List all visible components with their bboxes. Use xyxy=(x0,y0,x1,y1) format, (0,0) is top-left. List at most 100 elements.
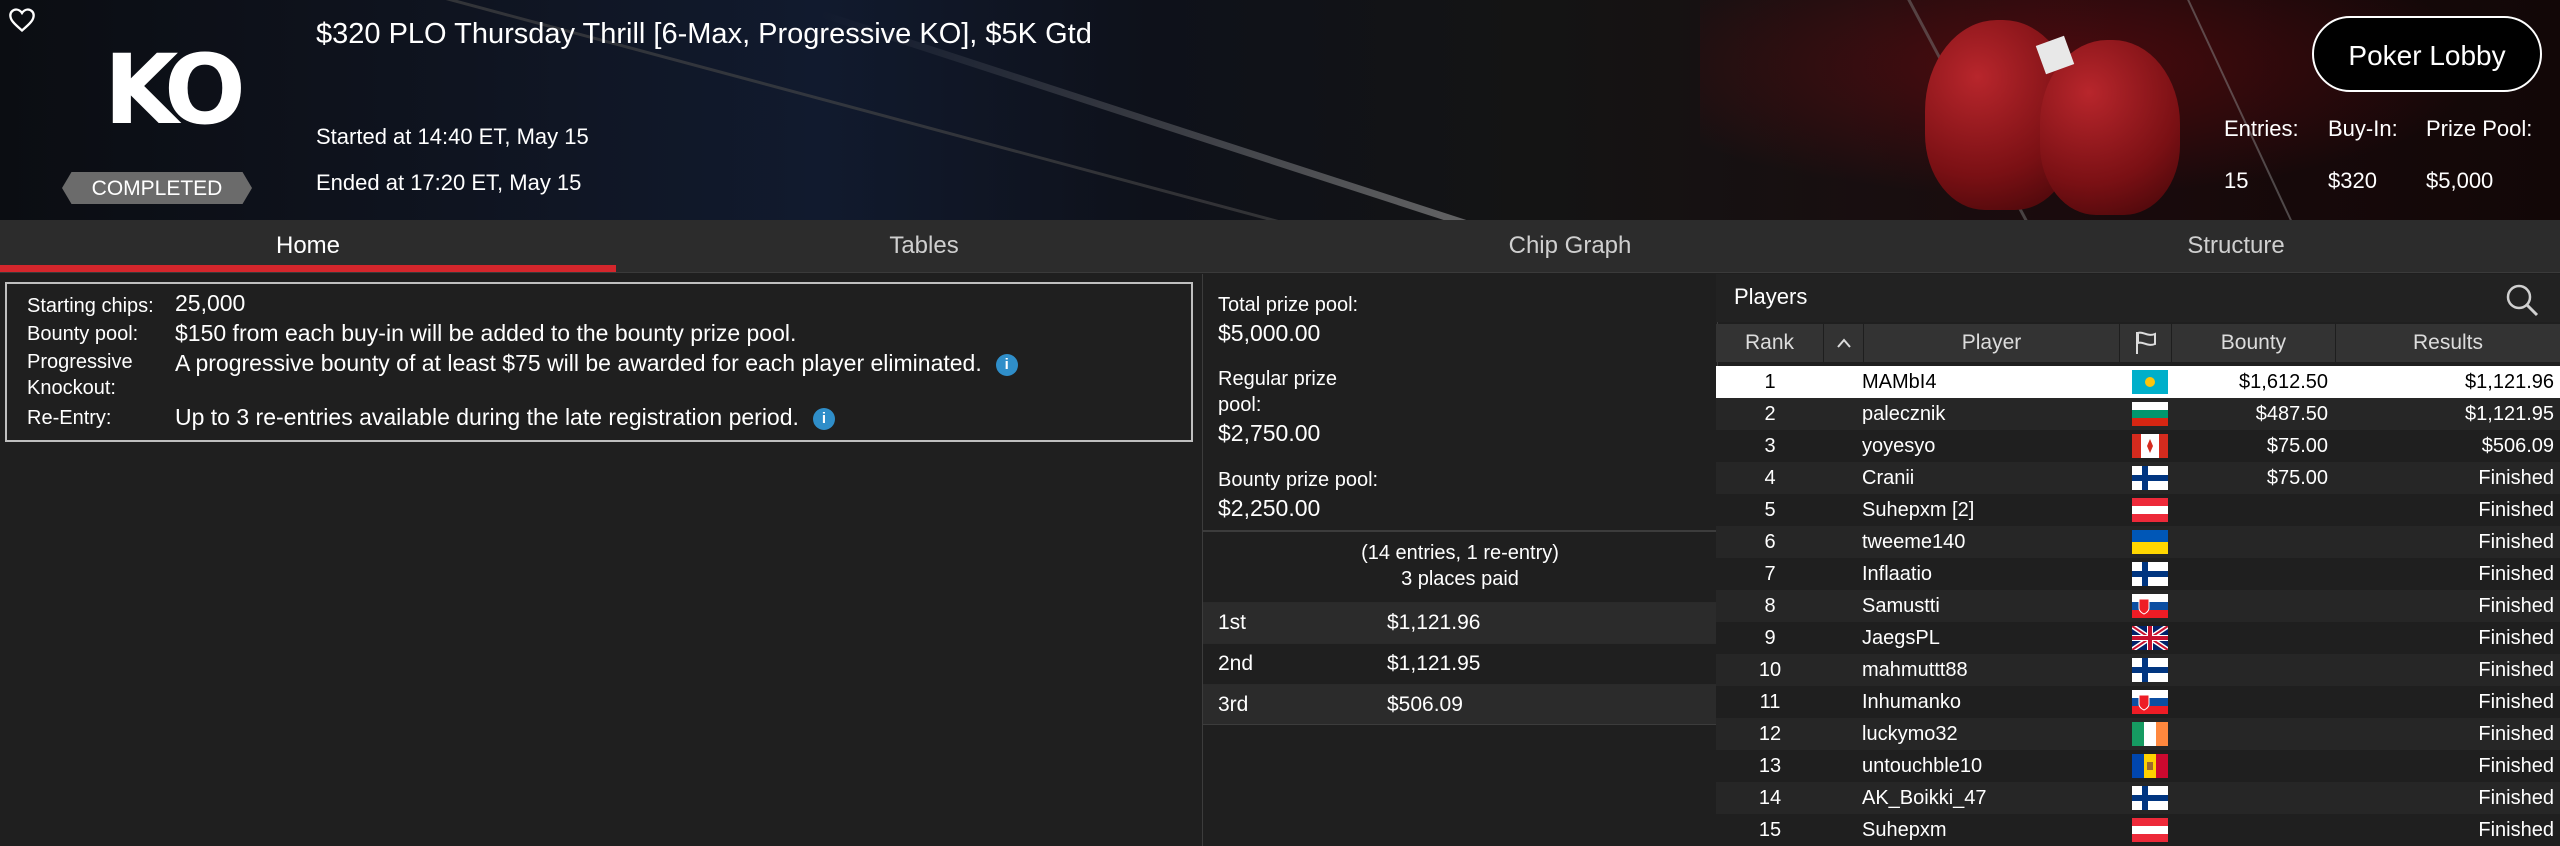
player-name: MAMbI4 xyxy=(1862,371,1937,393)
tab-tables[interactable]: Tables xyxy=(616,220,1232,272)
player-name: AK_Boikki_47 xyxy=(1862,787,1987,809)
player-row[interactable]: 13 untouchble10 Finished xyxy=(1716,750,2560,782)
player-row[interactable]: 6 tweeme140 Finished xyxy=(1716,526,2560,558)
tab-structure[interactable]: Structure xyxy=(1928,220,2544,272)
player-result: Finished xyxy=(2478,723,2554,745)
payout-row: 2nd $1,121.95 xyxy=(1203,643,1717,684)
player-row[interactable]: 9 JaegsPL Finished xyxy=(1716,622,2560,654)
entries-label: Entries: xyxy=(2224,116,2299,141)
fi-flag-icon xyxy=(2132,466,2168,490)
favorite-heart-icon[interactable] xyxy=(8,6,36,34)
prize-pool-value: $5,000 xyxy=(2426,168,2494,193)
rank-column-header[interactable]: Rank xyxy=(1716,324,1824,362)
payout-row: 1st $1,121.96 xyxy=(1203,602,1717,643)
flag-icon xyxy=(2135,331,2156,354)
bounty-prize-label: Bounty prize pool: xyxy=(1218,469,1379,491)
player-rank: 3 xyxy=(1764,435,1776,457)
tournament-info-box: Starting chips: 25,000 Bounty pool: $150… xyxy=(5,282,1193,442)
player-row[interactable]: 1 MAMbI4 $1,612.50 $1,121.96 xyxy=(1716,366,2560,398)
player-row[interactable]: 4 Cranii $75.00 Finished xyxy=(1716,462,2560,494)
ca-flag-icon xyxy=(2132,434,2168,458)
player-row[interactable]: 8 Samustti Finished xyxy=(1716,590,2560,622)
tournament-header: KO COMPLETED $320 PLO Thursday Thrill [6… xyxy=(0,0,2560,220)
payout-row: 3rd $506.09 xyxy=(1203,684,1717,725)
player-name: luckymo32 xyxy=(1862,723,1958,745)
reentry-value-text: Up to 3 re-entries available during the … xyxy=(175,404,799,430)
results-column-header[interactable]: Results xyxy=(2336,324,2560,362)
player-bounty: $75.00 xyxy=(2266,467,2328,489)
gb-flag-icon xyxy=(2132,626,2168,650)
player-row[interactable]: 12 luckymo32 Finished xyxy=(1716,718,2560,750)
ua-flag-icon xyxy=(2132,530,2168,554)
bounty-pool-label: Bounty pool: xyxy=(27,323,139,345)
prize-pool-panel: Total prize pool: $5,000.00 Regular priz… xyxy=(1202,274,1718,846)
player-rank: 11 xyxy=(1759,691,1781,713)
player-name: untouchble10 xyxy=(1862,755,1983,777)
player-rank: 9 xyxy=(1764,627,1776,649)
tab-chip-graph[interactable]: Chip Graph xyxy=(1262,220,1878,272)
bounty-prize-value: $2,250.00 xyxy=(1218,495,1321,521)
player-row[interactable]: 5 Suhepxm [2] Finished xyxy=(1716,494,2560,526)
regular-prize-value: $2,750.00 xyxy=(1218,420,1321,446)
kz-flag-icon xyxy=(2132,370,2168,394)
player-name: palecznik xyxy=(1862,403,1946,425)
payout-amount: $1,121.95 xyxy=(1387,652,1481,675)
total-prize-label: Total prize pool: xyxy=(1218,294,1359,316)
player-result: $506.09 xyxy=(2481,435,2554,457)
prize-pool-label: Prize Pool: xyxy=(2426,116,2533,141)
player-name: Samustti xyxy=(1862,595,1940,617)
player-row[interactable]: 14 AK_Boikki_47 Finished xyxy=(1716,782,2560,814)
player-bounty: $1,612.50 xyxy=(2239,371,2328,393)
player-bounty: $487.50 xyxy=(2255,403,2328,425)
player-result: Finished xyxy=(2478,691,2554,713)
player-bounty: $75.00 xyxy=(2266,435,2328,457)
player-rank: 8 xyxy=(1764,595,1776,617)
pko-label-line1: Progressive xyxy=(27,351,133,373)
bounty-pool-value: $150 from each buy-in will be added to t… xyxy=(175,320,797,346)
info-icon[interactable]: i xyxy=(995,353,1018,376)
bounty-column-header[interactable]: Bounty xyxy=(2172,324,2336,362)
player-row[interactable]: 10 mahmuttt88 Finished xyxy=(1716,654,2560,686)
player-column-header[interactable]: Player xyxy=(1864,324,2120,362)
player-result: Finished xyxy=(2478,659,2554,681)
sort-ascending-icon[interactable] xyxy=(1824,324,1864,362)
buyin-value: $320 xyxy=(2328,168,2377,193)
info-icon[interactable]: i xyxy=(812,407,835,430)
payout-place: 2nd xyxy=(1218,652,1254,675)
fi-flag-icon xyxy=(2132,786,2168,810)
player-name: JaegsPL xyxy=(1862,627,1940,649)
player-name: yoyesyo xyxy=(1862,435,1936,457)
player-row[interactable]: 3 yoyesyo $75.00 $506.09 xyxy=(1716,430,2560,462)
payout-amount: $1,121.96 xyxy=(1387,611,1481,634)
player-row[interactable]: 2 palecznik $487.50 $1,121.95 xyxy=(1716,398,2560,430)
player-row[interactable]: 11 Inhumanko Finished xyxy=(1716,686,2560,718)
players-header: Players xyxy=(1716,274,2560,322)
player-rank: 13 xyxy=(1758,755,1782,777)
player-rank: 12 xyxy=(1758,723,1782,745)
sk-flag-icon xyxy=(2132,690,2168,714)
player-row[interactable]: 15 Suhepxm Finished xyxy=(1716,814,2560,846)
player-row[interactable]: 7 Inflaatio Finished xyxy=(1716,558,2560,590)
player-name: Inhumanko xyxy=(1862,691,1961,713)
tournament-title: $320 PLO Thursday Thrill [6-Max, Progres… xyxy=(316,18,1092,50)
payout-place: 1st xyxy=(1218,611,1247,634)
player-name: Inflaatio xyxy=(1862,563,1933,585)
country-flag-column-header[interactable] xyxy=(2120,324,2172,362)
player-result: Finished xyxy=(2478,595,2554,617)
pko-label-line2: Knockout: xyxy=(27,377,116,399)
ko-logo: KO xyxy=(104,34,246,146)
poker-lobby-button[interactable]: Poker Lobby xyxy=(2312,16,2542,92)
player-result: Finished xyxy=(2478,819,2554,841)
reentry-value: Up to 3 re-entries available during the … xyxy=(175,404,835,431)
player-result: $1,121.95 xyxy=(2465,403,2554,425)
status-badge: COMPLETED xyxy=(91,177,223,200)
search-icon[interactable] xyxy=(2504,282,2540,318)
active-tab-indicator xyxy=(0,265,616,272)
players-panel: Players Rank Player Bounty Results 1 MAMb… xyxy=(1716,274,2560,846)
entries-value: 15 xyxy=(2224,168,2249,193)
payout-place: 3rd xyxy=(1218,693,1249,716)
divider xyxy=(1203,724,1717,725)
starting-chips-value: 25,000 xyxy=(175,290,246,316)
bg-flag-icon xyxy=(2132,402,2168,426)
ie-flag-icon xyxy=(2132,722,2168,746)
